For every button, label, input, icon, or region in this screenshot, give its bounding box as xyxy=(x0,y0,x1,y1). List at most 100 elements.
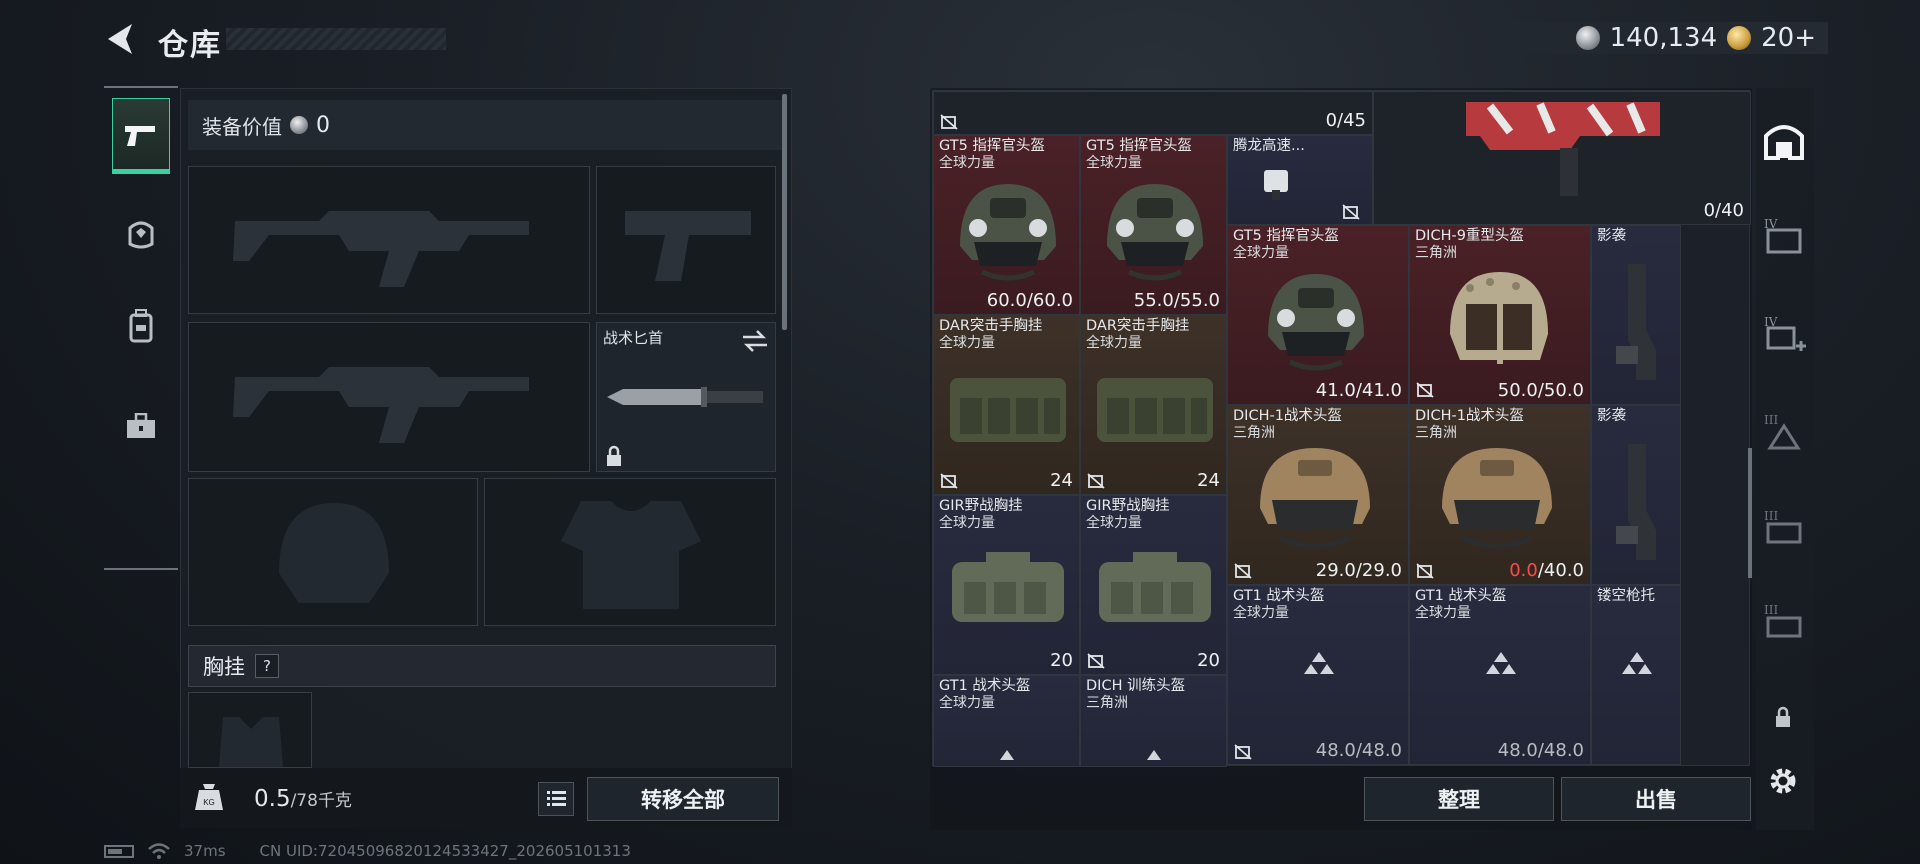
helmet-silhouette-icon xyxy=(279,503,389,603)
item-capacity: 20 xyxy=(1197,650,1220,671)
gold-coin-icon xyxy=(1727,26,1752,50)
body-armor-slot[interactable] xyxy=(484,478,776,626)
rifle-item[interactable]: 0/40 xyxy=(1373,91,1751,225)
tab-stash-page-iii[interactable]: III xyxy=(1762,600,1806,650)
weight-capacity: /78千克 xyxy=(290,791,352,811)
pistol-slot[interactable] xyxy=(596,166,776,314)
silver-coin-icon xyxy=(290,116,308,134)
tab-case[interactable] xyxy=(112,388,170,464)
gold-currency-value[interactable]: 20+ xyxy=(1761,23,1816,53)
item-capacity: 24 xyxy=(1050,470,1073,491)
primary-weapon-slot[interactable] xyxy=(188,166,590,314)
stash-item-gt1-helmet[interactable]: GT1 战术头盔 全球力量 48.0/48.0 xyxy=(1409,585,1591,765)
item-name: 影袭 xyxy=(1597,228,1626,244)
lock-icon xyxy=(607,445,621,466)
stash-item-dar-chest-rig[interactable]: DAR突击手胸挂 全球力量 24 xyxy=(933,315,1080,495)
tab-stash-page-iii[interactable]: III xyxy=(1762,506,1806,556)
unsearched-item-icon xyxy=(1622,652,1652,674)
tab-all-items[interactable] xyxy=(1762,118,1806,168)
stash-item-dar-chest-rig[interactable]: DAR突击手胸挂 全球力量 24 xyxy=(1080,315,1227,495)
helmet-slot[interactable] xyxy=(188,478,478,626)
item-durability: 41.0/41.0 xyxy=(1315,380,1402,401)
equipment-value-header: 装备价值 0 xyxy=(188,100,784,150)
stash-item-dich1-helmet[interactable]: DICH-1战术头盔 三角洲 0.0/40.0 xyxy=(1409,405,1591,585)
item-faction: 全球力量 xyxy=(939,515,995,531)
lock-icon xyxy=(1776,706,1790,727)
knife-icon xyxy=(607,387,763,407)
sell-button[interactable]: 出售 xyxy=(1561,777,1751,821)
item-name: GT1 战术头盔 xyxy=(1233,588,1325,604)
item-name: GT5 指挥官头盔 xyxy=(1233,228,1339,244)
pistol-silhouette-icon xyxy=(625,211,751,281)
stock-attachment-icon xyxy=(1616,444,1656,560)
item-name: GT1 战术头盔 xyxy=(1415,588,1507,604)
tab-armor[interactable] xyxy=(112,196,170,272)
container-count: 0/45 xyxy=(1325,110,1366,131)
back-arrow-icon[interactable] xyxy=(104,22,136,56)
stash-item-hollow-stock[interactable]: 镂空枪托 xyxy=(1591,585,1681,765)
stash-item-scope[interactable]: 腾龙高速... xyxy=(1227,135,1373,225)
stash-item-dich-training-helmet[interactable]: DICH 训练头盔 三角洲 xyxy=(1080,675,1227,767)
stash-item-dich1-helmet[interactable]: DICH-1战术头盔 三角洲 29.0/29.0 xyxy=(1227,405,1409,585)
dich9-heavy-helmet-icon xyxy=(1450,272,1548,364)
stash-item-gt1-helmet[interactable]: GT1 战术头盔 全球力量 xyxy=(933,675,1080,767)
stash-item-gt1-helmet[interactable]: GT1 战术头盔 全球力量 48.0/48.0 xyxy=(1227,585,1409,765)
item-faction: 全球力量 xyxy=(939,695,995,711)
item-durability: 29.0/29.0 xyxy=(1315,560,1402,581)
item-name: 腾龙高速... xyxy=(1233,138,1305,154)
stash-item-shadow-stock[interactable]: 影袭 xyxy=(1591,225,1681,405)
stash-scrollbar[interactable] xyxy=(1748,448,1752,578)
stash-item-gt5-helmet[interactable]: GT5 指挥官头盔 全球力量 41.0/41.0 xyxy=(1227,225,1409,405)
chest-rig-header: 胸挂 ? xyxy=(188,645,776,687)
item-durability: 0.0/40.0 xyxy=(1509,560,1584,581)
stash-item-shadow-stock[interactable]: 影袭 xyxy=(1591,405,1681,585)
transfer-all-button[interactable]: 转移全部 xyxy=(587,777,779,821)
item-faction: 三角洲 xyxy=(1415,425,1457,441)
tactical-knife-slot[interactable]: 战术匕首 xyxy=(596,322,776,472)
item-name: DICH 训练头盔 xyxy=(1086,678,1186,694)
secondary-weapon-slot[interactable] xyxy=(188,322,590,472)
stash-item-gir-chest-rig[interactable]: GIR野战胸挂 全球力量 20 xyxy=(1080,495,1227,675)
dich1-tactical-helmet-icon xyxy=(1442,448,1552,549)
page-title: 仓库 xyxy=(158,28,222,63)
weight-current: 0.5 xyxy=(254,786,291,812)
list-view-button[interactable] xyxy=(538,782,574,816)
chest-rig-slot[interactable] xyxy=(188,692,312,768)
gt5-helmet-icon xyxy=(1107,184,1203,281)
currency-bar: 140,134 20+ xyxy=(1490,22,1828,54)
item-faction: 全球力量 xyxy=(1233,245,1289,261)
item-faction: 全球力量 xyxy=(1086,515,1142,531)
help-button[interactable]: ? xyxy=(255,654,279,678)
chest-rig-bag-icon xyxy=(1099,552,1211,622)
no-trade-icon xyxy=(1087,653,1105,669)
user-uid: CN UID:720450968201245334​27_20260510131… xyxy=(259,842,631,860)
knife-slot-label: 战术匕首 xyxy=(603,329,664,347)
chest-rig-label: 胸挂 xyxy=(203,655,245,679)
swap-arrows-icon[interactable] xyxy=(741,329,769,353)
stash-item-gt5-helmet[interactable]: GT5 指挥官头盔 全球力量 60.0/60.0 xyxy=(933,135,1080,315)
container-slot[interactable]: 0/45 xyxy=(933,91,1373,135)
no-trade-icon xyxy=(1416,563,1434,579)
chest-rig-bag-icon xyxy=(952,552,1064,622)
no-trade-icon xyxy=(1087,473,1105,489)
unsearched-item-icon xyxy=(1486,652,1516,674)
item-faction: 三角洲 xyxy=(1086,695,1128,711)
equipment-scrollbar[interactable] xyxy=(782,94,787,330)
durability-max: /40.0 xyxy=(1537,560,1584,581)
item-faction: 全球力量 xyxy=(1086,155,1142,171)
tab-stash-page-iv[interactable]: IV xyxy=(1762,214,1806,264)
stash-item-gt5-helmet[interactable]: GT5 指挥官头盔 全球力量 55.0/55.0 xyxy=(1080,135,1227,315)
silver-coin-icon xyxy=(1575,26,1600,50)
tab-stash-page-iii[interactable]: III xyxy=(1762,410,1806,460)
stash-home-icon xyxy=(1764,125,1804,160)
tab-weapons[interactable] xyxy=(112,98,170,174)
settings-gear-icon[interactable] xyxy=(1766,764,1800,798)
sort-button[interactable]: 整理 xyxy=(1364,777,1554,821)
tab-backpack[interactable] xyxy=(112,288,170,364)
no-trade-icon xyxy=(940,114,958,130)
stash-page-icon: III xyxy=(1764,509,1802,544)
tab-stash-page-iv-add[interactable]: IV xyxy=(1762,312,1806,362)
stash-item-dich9-helmet[interactable]: DICH-9重型头盔 三角洲 50.0/50.0 xyxy=(1409,225,1591,405)
equipment-value-label: 装备价值 xyxy=(202,114,282,139)
stash-item-gir-chest-rig[interactable]: GIR野战胸挂 全球力量 20 xyxy=(933,495,1080,675)
